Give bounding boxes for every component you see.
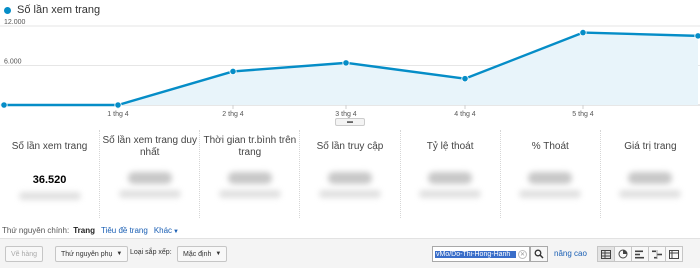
series-area [4, 32, 698, 106]
metric-blurred-subtext [419, 190, 482, 198]
x-tick-label: 4 thg 4 [454, 111, 476, 118]
metric-name: Số lần truy cập [316, 141, 384, 152]
metric-exit-rate[interactable]: % Thoát [501, 130, 601, 218]
view-data-button[interactable] [597, 246, 615, 262]
advanced-filter-link[interactable]: nâng cao [554, 249, 587, 258]
grid-table-icon [601, 249, 611, 259]
metrics-summary: Số lần xem trang 36.520 Số lần xem trang… [0, 130, 700, 218]
metric-entrances[interactable]: Số lần truy cập [300, 130, 401, 218]
metric-name: % Thoát [531, 141, 569, 152]
view-pivot-button[interactable] [665, 246, 683, 262]
metric-pageviews[interactable]: Số lần xem trang 36.520 [0, 130, 101, 218]
plot-rows-label: Vẽ hàng [11, 250, 38, 258]
data-point [694, 32, 700, 40]
data-point [114, 101, 122, 109]
clear-search-icon[interactable]: ✕ [518, 249, 527, 259]
sort-type-label: Loại sắp xếp: [130, 249, 172, 256]
view-percentage-button[interactable] [614, 246, 632, 262]
data-point [229, 67, 237, 76]
dimension-other-label: Khác [153, 225, 173, 235]
data-point [579, 28, 587, 37]
chevron-down-icon: ▼ [215, 251, 222, 257]
metric-unique-pageviews[interactable]: Số lần xem trang duy nhất [100, 130, 201, 218]
data-point [342, 59, 350, 67]
x-tick-label: 3 thg 4 [335, 111, 357, 118]
metric-blurred-subtext [619, 190, 682, 198]
dimension-page[interactable]: Trang [73, 226, 95, 235]
view-comparison-button[interactable] [648, 246, 666, 262]
sort-type-dropdown[interactable]: Mặc định ▼ [177, 246, 228, 262]
chevron-down-icon: ▼ [116, 251, 123, 257]
metric-blurred-value [227, 172, 272, 184]
search-icon [534, 249, 544, 259]
x-tick-label: 5 thg 4 [572, 111, 594, 118]
x-tick-label: 1 thg 4 [107, 111, 129, 118]
chevron-down-icon: ▼ [173, 228, 179, 235]
metric-blurred-subtext [18, 192, 81, 200]
metric-blurred-value [428, 172, 473, 184]
metric-name: Số lần xem trang [11, 141, 88, 152]
comparison-icon [652, 249, 662, 259]
y-tick-label: 6.000 [4, 59, 22, 66]
legend-label: Số lần xem trang [17, 4, 101, 16]
metric-blurred-subtext [318, 190, 381, 198]
metric-blurred-value [528, 172, 573, 184]
chart-legend[interactable]: Số lần xem trang [4, 2, 100, 18]
secondary-dimension-dropdown[interactable]: Thứ nguyên phụ ▼ [55, 246, 129, 262]
line-chart: 12.000 6.000 1 thg 4 2 thg 4 3 thg 4 4 thg 4 5… [0, 19, 700, 118]
table-toolbar: Vẽ hàng Thứ nguyên phụ ▼ Loại sắp xếp: Mặ… [0, 238, 700, 268]
metric-name: Tỷ lệ thoát [426, 141, 474, 152]
table-view-switcher [597, 246, 683, 262]
x-tick-label: 2 thg 4 [222, 111, 244, 118]
metric-page-value[interactable]: Giá trị trang [601, 130, 700, 218]
chart-resize-handle[interactable]: ▬ [335, 118, 365, 126]
search-input-value[interactable]: vMo/Do-Thi-Hong-Hanh [435, 250, 516, 258]
metric-name: Thời gian tr.bình trên trang [203, 135, 297, 158]
table-search-input[interactable]: vMo/Do-Thi-Hong-Hanh ✕ [432, 246, 530, 262]
series-color-dot [4, 6, 11, 14]
metric-blurred-value [628, 172, 673, 184]
metric-blurred-subtext [519, 190, 582, 198]
plot-rows-button[interactable]: Vẽ hàng [5, 246, 44, 262]
metric-blurred-subtext [218, 190, 281, 198]
bar-list-icon [635, 250, 644, 258]
metric-blurred-value [127, 172, 172, 184]
dimension-other-dropdown[interactable]: Khác▼ [154, 226, 179, 235]
data-point [461, 75, 469, 83]
metric-avg-time[interactable]: Thời gian tr.bình trên trang [200, 130, 301, 218]
search-button[interactable] [530, 246, 548, 262]
sort-type-value: Mặc định [183, 250, 212, 258]
pivot-table-icon [669, 249, 679, 259]
metric-name: Số lần xem trang duy nhất [102, 135, 197, 158]
metric-blurred-value [327, 172, 372, 184]
y-tick-label: 12.000 [4, 19, 26, 26]
metric-value: 36.520 [32, 174, 67, 186]
view-performance-button[interactable] [631, 246, 649, 262]
metric-bounce-rate[interactable]: Tỷ lệ thoát [401, 130, 501, 218]
primary-dimension-label: Thứ nguyên chính: [2, 225, 70, 235]
metric-name: Giá trị trang [624, 141, 677, 152]
data-point [0, 101, 8, 109]
dimension-page-title-link[interactable]: Tiêu đề trang [101, 226, 148, 235]
secondary-dimension-label: Thứ nguyên phụ [61, 250, 113, 258]
metric-blurred-subtext [118, 190, 181, 198]
pie-chart-icon [618, 249, 628, 259]
primary-dimension-row: Thứ nguyên chính: Trang Tiêu đề trang Kh… [2, 224, 185, 236]
